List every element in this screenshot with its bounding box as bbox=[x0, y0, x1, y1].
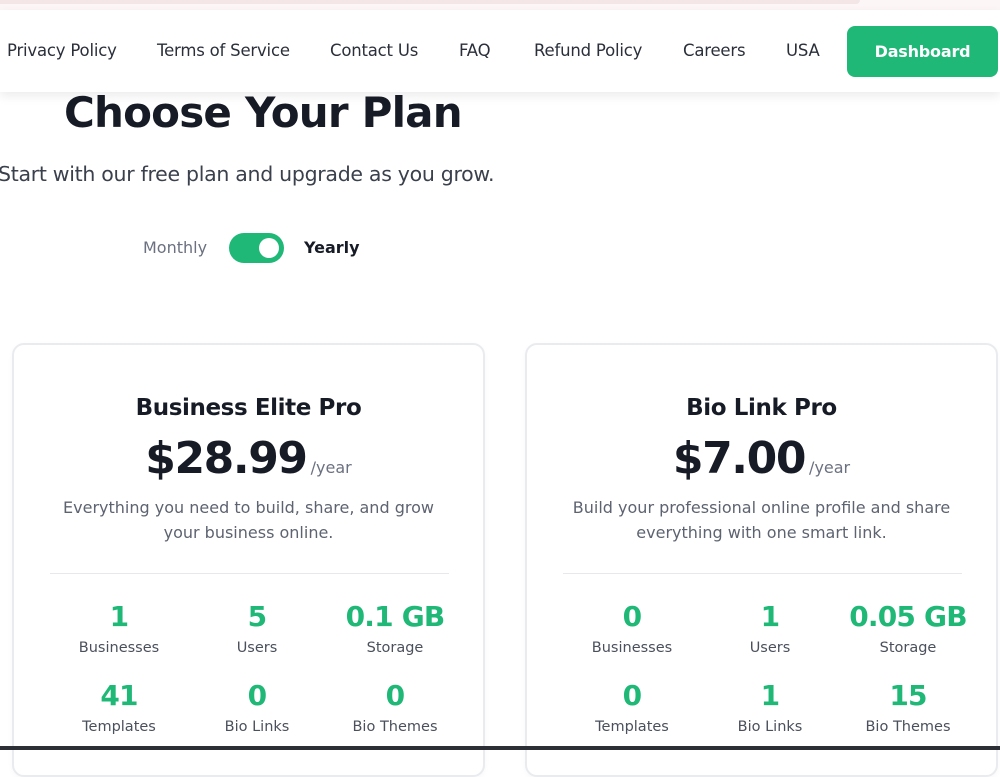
nav-link-careers[interactable]: Careers bbox=[683, 41, 746, 60]
billing-yearly-label[interactable]: Yearly bbox=[304, 238, 360, 257]
plan-description: Everything you need to build, share, and… bbox=[63, 498, 434, 542]
window-bottom-edge bbox=[0, 746, 1000, 750]
stat-label: Bio Themes bbox=[865, 719, 951, 735]
stat-label: Businesses bbox=[591, 640, 673, 656]
stat-users: 5 Users bbox=[188, 600, 326, 679]
card-divider bbox=[50, 573, 449, 574]
nav-link-refund-policy[interactable]: Refund Policy bbox=[534, 41, 642, 60]
stat-value: 1 bbox=[109, 600, 129, 633]
nav-link-faq[interactable]: FAQ bbox=[459, 41, 491, 60]
plan-price: $28.99 bbox=[145, 433, 308, 484]
dashboard-button[interactable]: Dashboard bbox=[847, 26, 998, 77]
stat-label: Storage bbox=[879, 640, 937, 656]
stat-storage: 0.1 GB Storage bbox=[326, 600, 464, 679]
page-title: Choose Your Plan bbox=[64, 88, 463, 137]
stat-businesses: 1 Businesses bbox=[50, 600, 188, 679]
card-divider bbox=[563, 573, 962, 574]
plan-name: Business Elite Pro bbox=[135, 395, 362, 421]
page-subtitle: Start with our free plan and upgrade as … bbox=[0, 162, 495, 186]
stat-value: 15 bbox=[889, 679, 927, 712]
stat-value: 41 bbox=[100, 679, 138, 712]
plan-price: $7.00 bbox=[672, 433, 807, 484]
top-strip-edge bbox=[0, 0, 860, 4]
stat-businesses: 0 Businesses bbox=[563, 600, 701, 679]
stat-value: 1 bbox=[760, 679, 780, 712]
toggle-knob bbox=[259, 238, 279, 258]
stat-value: 0 bbox=[622, 600, 642, 633]
stat-value: 5 bbox=[247, 600, 267, 633]
stat-value: 0 bbox=[247, 679, 267, 712]
nav-link-terms-of-service[interactable]: Terms of Service bbox=[157, 41, 290, 60]
billing-period-toggle[interactable] bbox=[229, 233, 284, 263]
plan-period: /year bbox=[310, 458, 352, 477]
billing-monthly-label[interactable]: Monthly bbox=[143, 238, 207, 257]
stat-label: Templates bbox=[82, 719, 156, 735]
plan-period: /year bbox=[809, 458, 851, 477]
stat-value: 1 bbox=[760, 600, 780, 633]
top-navbar: Privacy Policy Terms of Service Contact … bbox=[0, 10, 1000, 92]
stat-label: Bio Themes bbox=[352, 719, 438, 735]
stat-value: 0 bbox=[385, 679, 405, 712]
stat-label: Storage bbox=[366, 640, 424, 656]
stat-label: Businesses bbox=[78, 640, 160, 656]
top-strip bbox=[0, 0, 1000, 10]
price-row: $28.99/year bbox=[14, 433, 483, 484]
stat-label: Users bbox=[236, 640, 278, 656]
stat-label: Users bbox=[749, 640, 791, 656]
plan-stats-grid: 1 Businesses 5 Users 0.1 GB Storage 41 Templ… bbox=[50, 600, 464, 758]
nav-link-usa[interactable]: USA bbox=[786, 41, 820, 60]
price-row: $7.00/year bbox=[527, 433, 996, 484]
plan-stats-grid: 0 Businesses 1 Users 0.05 GB Storage 0 Templ… bbox=[563, 600, 977, 758]
stat-value: 0.1 GB bbox=[345, 600, 446, 633]
nav-link-contact-us[interactable]: Contact Us bbox=[330, 41, 418, 60]
stat-value: 0 bbox=[622, 679, 642, 712]
plan-card-business-elite-pro: Business Elite Pro $28.99/year Everythin… bbox=[12, 343, 485, 777]
nav-link-privacy-policy[interactable]: Privacy Policy bbox=[7, 41, 117, 60]
stat-label: Templates bbox=[595, 719, 669, 735]
stat-label: Bio Links bbox=[737, 719, 803, 735]
plan-name: Bio Link Pro bbox=[686, 395, 837, 421]
stat-storage: 0.05 GB Storage bbox=[839, 600, 977, 679]
stat-value: 0.05 GB bbox=[849, 600, 967, 633]
plan-card-bio-link-pro: Bio Link Pro $7.00/year Build your profe… bbox=[525, 343, 998, 777]
plan-description: Build your professional online profile a… bbox=[572, 498, 951, 542]
stat-users: 1 Users bbox=[701, 600, 839, 679]
stat-label: Bio Links bbox=[224, 719, 290, 735]
